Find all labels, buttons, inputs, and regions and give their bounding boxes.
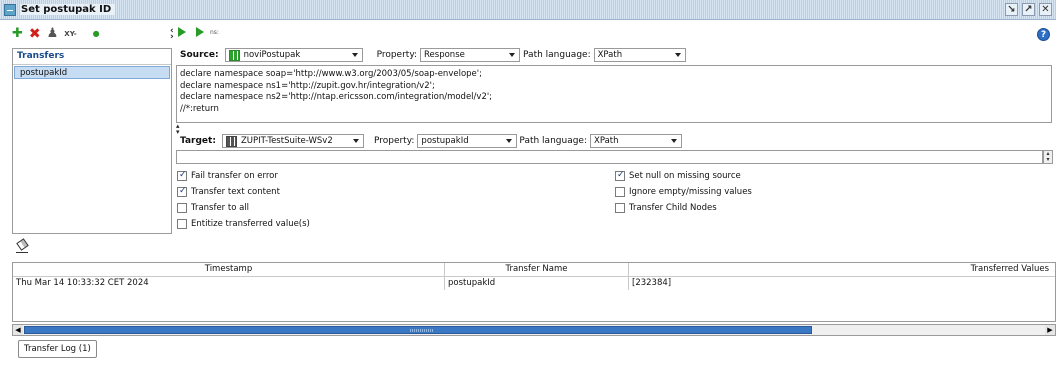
checkbox-box[interactable] [177, 203, 187, 213]
column-header-transferred-values[interactable]: Transferred Values [629, 263, 1055, 276]
chevron-down-icon [674, 53, 681, 57]
transferred-values-cell: [232384] [632, 278, 672, 288]
table-row[interactable]: Thu Mar 14 10:33:32 CET 2024 postupakId … [13, 277, 1055, 290]
transfer-child-nodes-checkbox[interactable]: Transfer Child Nodes [615, 201, 717, 215]
entitize-values-checkbox[interactable]: Entitize transferred value(s) [177, 217, 310, 231]
chevron-down-icon [509, 53, 516, 57]
target-property-select[interactable]: postupakId [417, 134, 518, 148]
eraser-icon[interactable] [16, 238, 29, 251]
checkbox-box[interactable] [177, 186, 187, 197]
source-row: Source: noviPostupak Property: Response … [180, 47, 686, 63]
transfer-window-icon [4, 3, 16, 16]
column-header-transfer-name[interactable]: Transfer Name [445, 263, 629, 276]
testsuite-icon [225, 135, 237, 147]
target-step-select[interactable]: ZUPIT-TestSuite-WSv2 [221, 134, 364, 148]
transfer-toolbar: ns: [178, 27, 219, 37]
splitter-handle[interactable]: ‹ › [170, 27, 174, 42]
restore-icon[interactable]: ↘ [1005, 3, 1018, 16]
source-property-label: Property: [376, 50, 418, 60]
target-expression-field[interactable] [176, 150, 1043, 164]
checkbox-label: Set null on missing source [629, 171, 741, 181]
testcase-icon [228, 49, 240, 61]
chevron-down-icon [351, 53, 358, 57]
checkbox-box[interactable] [615, 187, 625, 197]
timestamp-cell: Thu Mar 14 10:33:32 CET 2024 [13, 277, 445, 290]
set-null-on-missing-source-checkbox[interactable]: Set null on missing source [615, 169, 741, 183]
title-bar: Set postupak ID ↘ ↗ ✕ [0, 0, 1056, 20]
transfer-log-table: Timestamp Transfer Name Transferred Valu… [12, 262, 1056, 322]
checkbox-label: Transfer text content [191, 187, 280, 197]
window-controls: ↘ ↗ ✕ [1005, 3, 1052, 16]
list-item[interactable]: postupakId [14, 66, 170, 79]
namespace-button[interactable]: ns: [210, 29, 219, 36]
scroll-left-icon[interactable]: ◀ [13, 325, 23, 335]
checkbox-label: Ignore empty/missing values [629, 187, 752, 197]
scroll-right-icon[interactable]: ▶ [1045, 325, 1055, 335]
chevron-down-icon [352, 139, 359, 143]
eraser-underline [16, 252, 28, 253]
collapse-toggle-icon[interactable]: ▴ ▾ [176, 123, 180, 136]
add-icon[interactable]: ✚ [12, 27, 23, 41]
tab-transfer-log[interactable]: Transfer Log (1) [18, 340, 97, 358]
target-path-language-select[interactable]: XPath [590, 134, 682, 148]
transfer-text-content-checkbox[interactable]: Transfer text content [177, 185, 280, 199]
run-icon[interactable] [178, 27, 186, 37]
source-path-language-label: Path language: [523, 50, 591, 60]
ignore-empty-values-checkbox[interactable]: Ignore empty/missing values [615, 185, 752, 199]
target-row: Target: ZUPIT-TestSuite-WSv2 Property: p… [180, 133, 682, 149]
horizontal-scrollbar[interactable]: ◀ ▶ [12, 324, 1056, 336]
table-header: Timestamp Transfer Name Transferred Valu… [13, 263, 1055, 277]
source-step-value: noviPostupak [243, 50, 301, 60]
window-title: Set postupak ID [20, 4, 116, 15]
source-path-language-select[interactable]: XPath [593, 48, 686, 62]
help-icon[interactable]: ? [1037, 28, 1050, 41]
transfer-name-cell: postupakId [445, 277, 629, 290]
maximize-icon[interactable]: ↗ [1022, 3, 1035, 16]
run-all-icon[interactable] [196, 27, 204, 37]
target-step-value: ZUPIT-TestSuite-WSv2 [240, 136, 333, 146]
target-label: Target: [180, 136, 216, 146]
checkbox-label: Transfer Child Nodes [629, 203, 717, 213]
target-property-value: postupakId [421, 136, 469, 146]
chevron-down-icon [671, 139, 677, 143]
scrollbar-thumb[interactable] [24, 326, 812, 334]
target-property-label: Property: [373, 136, 415, 146]
column-header-timestamp[interactable]: Timestamp [13, 263, 445, 276]
source-step-select[interactable]: noviPostupak [224, 48, 363, 62]
target-path-language-label: Path language: [519, 136, 587, 146]
user-icon[interactable]: ♟ [47, 27, 59, 41]
checkbox-label: Transfer to all [191, 203, 250, 213]
checkbox-label: Entitize transferred value(s) [191, 219, 310, 229]
close-icon[interactable]: ✕ [1039, 3, 1052, 16]
checkbox-box[interactable] [615, 170, 625, 181]
dot-icon[interactable]: ● [93, 27, 100, 41]
transfers-list: Transfers postupakId [12, 48, 172, 234]
source-expression-editor[interactable]: declare namespace soap='http://www.w3.or… [176, 65, 1052, 123]
checkbox-box[interactable] [177, 170, 187, 181]
xy-icon[interactable]: XY- [64, 27, 76, 41]
checkbox-box[interactable] [177, 219, 187, 229]
source-label: Source: [180, 50, 219, 60]
checkbox-label: Fail transfer on error [191, 171, 278, 181]
transfers-header: Transfers [13, 49, 171, 65]
delete-icon[interactable]: ✖ [29, 27, 41, 41]
transfer-to-all-checkbox[interactable]: Transfer to all [177, 201, 249, 215]
target-path-language-value: XPath [594, 136, 619, 146]
source-property-value: Response [424, 50, 465, 60]
fail-transfer-on-error-checkbox[interactable]: Fail transfer on error [177, 169, 278, 183]
source-path-language-value: XPath [597, 50, 623, 60]
checkbox-box[interactable] [615, 203, 625, 213]
transfers-toolbar: ✚ ✖ ♟ XY- ● [12, 25, 100, 43]
source-property-select[interactable]: Response [420, 48, 521, 62]
expand-spinner[interactable]: ▴ ▾ [1043, 150, 1053, 164]
chevron-down-icon [506, 139, 513, 143]
